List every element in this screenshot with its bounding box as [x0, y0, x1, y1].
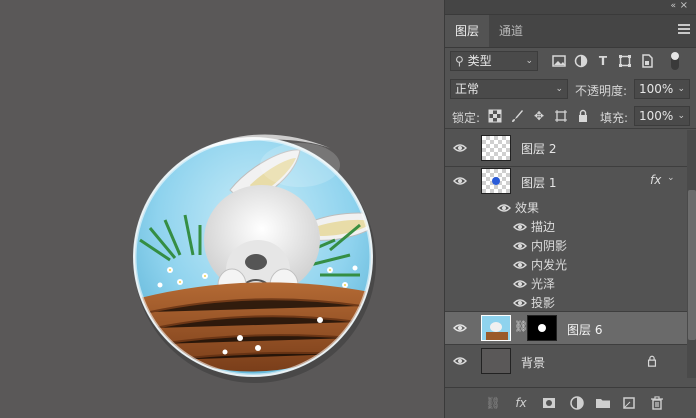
filter-type-select[interactable]: ⚲ 类型 ⌄: [450, 51, 538, 71]
visibility-eye-icon[interactable]: [513, 222, 527, 232]
crystal-ball-artwork: [133, 134, 376, 383]
search-icon: ⚲: [455, 54, 464, 68]
layer-name[interactable]: 背景: [521, 354, 545, 371]
new-group-folder-icon[interactable]: [595, 395, 611, 411]
add-layer-style-icon[interactable]: fx: [513, 395, 529, 411]
lock-label: 锁定:: [452, 111, 481, 125]
effect-item-satin[interactable]: 光泽: [531, 275, 555, 292]
effect-item-inner-shadow[interactable]: 内阴影: [531, 237, 567, 254]
lock-image-pixels-icon[interactable]: [510, 109, 524, 123]
tab-channels[interactable]: 通道: [489, 15, 533, 47]
fill-label: 填充:: [600, 111, 629, 125]
close-panel-icon[interactable]: ×: [680, 0, 688, 11]
layers-panel: « × 图层 通道 ⚲ 类型 ⌄ T 正常 ⌄ 不透明度: 100% ⌄ 锁定:…: [444, 0, 696, 418]
effect-item-inner-glow[interactable]: 内发光: [531, 256, 567, 273]
visibility-eye-icon[interactable]: [497, 203, 511, 213]
visibility-eye-icon[interactable]: [453, 143, 467, 153]
layer-row-background[interactable]: 背景: [445, 345, 687, 377]
opacity-input[interactable]: 100% ⌄: [634, 79, 690, 99]
filter-row: ⚲ 类型 ⌄ T: [445, 48, 696, 74]
lock-fill-row: 锁定: ✥ 填充: 100% ⌄: [445, 104, 696, 129]
new-layer-icon[interactable]: [621, 395, 637, 411]
layers-bottom-toolbar: ⛓ fx: [445, 387, 696, 418]
panel-tab-bar: 图层 通道: [445, 15, 696, 48]
chevron-down-icon: ⌄: [525, 56, 533, 66]
blend-mode-select[interactable]: 正常 ⌄: [450, 79, 568, 99]
chevron-down-icon: ⌄: [677, 84, 685, 94]
opacity-value: 100%: [639, 82, 674, 96]
collapse-panel-icon[interactable]: «: [670, 1, 675, 11]
visibility-eye-icon[interactable]: [513, 279, 527, 289]
layer-thumbnail: [481, 315, 511, 341]
lock-icon: [647, 355, 657, 367]
fill-input[interactable]: 100% ⌄: [634, 106, 690, 126]
visibility-eye-icon[interactable]: [513, 260, 527, 270]
lock-transparent-pixels-icon[interactable]: [488, 109, 502, 123]
layer-mask-thumbnail[interactable]: [527, 315, 557, 341]
lock-position-icon[interactable]: ✥: [532, 109, 546, 123]
chevron-down-icon[interactable]: ⌄: [667, 173, 675, 183]
layers-scrollbar[interactable]: [687, 130, 696, 378]
add-layer-mask-icon[interactable]: [541, 395, 557, 411]
effect-item-drop-shadow[interactable]: 投影: [531, 294, 555, 311]
mask-link-icon[interactable]: ⛓: [514, 320, 528, 333]
layer-thumbnail: [481, 135, 511, 161]
layer-effects-fx-icon[interactable]: fx: [650, 173, 661, 187]
new-adjustment-layer-icon[interactable]: [569, 395, 585, 411]
type-filter-icon[interactable]: T: [596, 54, 610, 68]
visibility-eye-icon[interactable]: [453, 356, 467, 366]
lock-artboard-icon[interactable]: [554, 109, 568, 123]
panel-top-strip: « ×: [445, 0, 696, 15]
blend-mode-value: 正常: [455, 82, 480, 96]
visibility-eye-icon[interactable]: [513, 298, 527, 308]
effect-item-stroke[interactable]: 描边: [531, 218, 555, 235]
blue-dot-icon: [492, 177, 500, 185]
layer-name[interactable]: 图层 2: [521, 140, 556, 157]
chevron-down-icon: ⌄: [677, 111, 685, 121]
blend-opacity-row: 正常 ⌄ 不透明度: 100% ⌄: [445, 77, 696, 101]
layer-row-layer-6[interactable]: ⛓ 图层 6: [445, 312, 687, 344]
layer-name[interactable]: 图层 6: [567, 321, 602, 338]
panel-menu-icon[interactable]: [678, 24, 690, 34]
opacity-label: 不透明度:: [575, 84, 628, 98]
fill-value: 100%: [639, 109, 674, 123]
visibility-eye-icon[interactable]: [513, 241, 527, 251]
visibility-eye-icon[interactable]: [453, 323, 467, 333]
scrollbar-thumb[interactable]: [688, 190, 696, 340]
adjustment-filter-icon[interactable]: [574, 54, 588, 68]
lock-all-icon[interactable]: [576, 109, 590, 123]
visibility-eye-icon[interactable]: [453, 176, 467, 186]
layer-name[interactable]: 图层 1: [521, 174, 556, 191]
layer-thumbnail: [481, 168, 511, 194]
layer-row-layer-1[interactable]: 图层 1 fx ⌄: [445, 167, 687, 197]
document-canvas[interactable]: [0, 0, 444, 418]
shape-filter-icon[interactable]: [618, 54, 632, 68]
filter-toggle-switch[interactable]: [671, 52, 679, 70]
layer-thumbnail: [481, 348, 511, 374]
tab-layers[interactable]: 图层: [445, 15, 489, 47]
image-filter-icon[interactable]: [552, 54, 566, 68]
layer-row-layer-2[interactable]: 图层 2: [445, 130, 687, 166]
effects-header[interactable]: 效果: [515, 199, 539, 216]
delete-layer-trash-icon[interactable]: [649, 395, 665, 411]
chevron-down-icon: ⌄: [555, 84, 563, 94]
filter-type-value: 类型: [467, 54, 492, 68]
smart-object-filter-icon[interactable]: [640, 54, 654, 68]
link-layers-icon[interactable]: ⛓: [485, 395, 501, 411]
